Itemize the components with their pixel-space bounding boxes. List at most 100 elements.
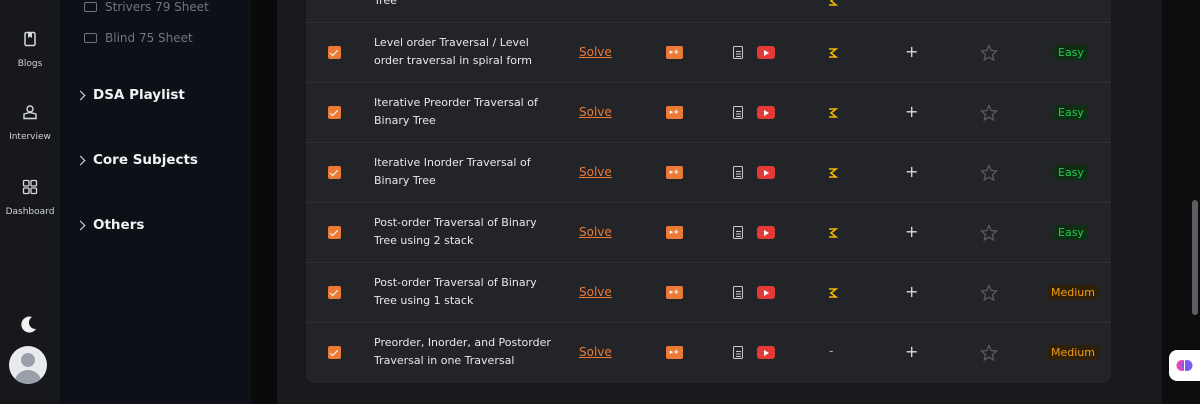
youtube-icon[interactable] bbox=[757, 106, 775, 119]
document-icon[interactable] bbox=[733, 226, 743, 239]
star-icon[interactable] bbox=[980, 104, 998, 122]
rail-item-dashboard[interactable]: Dashboard bbox=[0, 179, 60, 217]
nav-section-dsa-playlist[interactable]: DSA Playlist bbox=[75, 87, 185, 103]
nav-sheet-strivers-79[interactable]: Strivers 79 Sheet bbox=[84, 0, 209, 14]
add-note-button[interactable]: + bbox=[905, 102, 918, 121]
scrollbar-thumb[interactable] bbox=[1192, 200, 1198, 315]
main-content: Tree Level order Traversal / Level order… bbox=[277, 0, 1162, 404]
rail-label: Blogs bbox=[17, 59, 43, 69]
document-icon[interactable] bbox=[733, 346, 743, 359]
table-row: Post-order Traversal of Binary Tree usin… bbox=[306, 262, 1111, 323]
rail-item-interview[interactable]: Interview bbox=[0, 104, 60, 142]
solve-link[interactable]: Solve bbox=[579, 165, 612, 179]
algo-practice-icon[interactable] bbox=[826, 226, 840, 240]
article-plus-icon[interactable]: ▸+ bbox=[666, 346, 683, 359]
algo-practice-icon[interactable] bbox=[826, 0, 840, 8]
solve-link[interactable]: Solve bbox=[579, 225, 612, 239]
nav-section-label: Others bbox=[93, 217, 145, 233]
problem-title: Post-order Traversal of Binary Tree usin… bbox=[374, 276, 537, 307]
article-plus-icon[interactable]: ▸+ bbox=[666, 166, 683, 179]
divider bbox=[251, 0, 277, 404]
table-row: Iterative Preorder Traversal of Binary T… bbox=[306, 82, 1111, 143]
assistant-bubble[interactable] bbox=[1169, 350, 1200, 381]
left-rail: Blogs Interview Dashboard bbox=[0, 0, 60, 404]
add-note-button[interactable]: + bbox=[905, 42, 918, 61]
problem-title: Level order Traversal / Level order trav… bbox=[374, 36, 532, 67]
folder-icon bbox=[84, 2, 97, 12]
problem-title: Iterative Preorder Traversal of Binary T… bbox=[374, 96, 538, 127]
star-icon[interactable] bbox=[980, 44, 998, 62]
difficulty-badge: Medium bbox=[1047, 345, 1099, 360]
difficulty-badge: Easy bbox=[1054, 225, 1088, 240]
add-note-button[interactable]: + bbox=[905, 162, 918, 181]
table-row: Tree bbox=[306, 0, 1111, 22]
done-checkbox[interactable] bbox=[328, 286, 341, 299]
algo-practice-icon[interactable] bbox=[826, 46, 840, 60]
moon-icon[interactable] bbox=[18, 313, 40, 335]
chevron-right-icon bbox=[75, 90, 86, 100]
no-practice-dash: - bbox=[829, 344, 834, 358]
article-plus-icon[interactable]: ▸+ bbox=[666, 46, 683, 59]
rail-label: Interview bbox=[9, 132, 51, 142]
document-icon[interactable] bbox=[733, 106, 743, 119]
youtube-icon[interactable] bbox=[757, 286, 775, 299]
table-row: Level order Traversal / Level order trav… bbox=[306, 22, 1111, 83]
done-checkbox[interactable] bbox=[328, 346, 341, 359]
add-note-button[interactable]: + bbox=[905, 282, 918, 301]
table-row: Post-order Traversal of Binary Tree usin… bbox=[306, 202, 1111, 263]
problem-title: Post-order Traversal of Binary Tree usin… bbox=[374, 216, 537, 247]
done-checkbox[interactable] bbox=[328, 106, 341, 119]
article-plus-icon[interactable]: ▸+ bbox=[666, 226, 683, 239]
nav-sheet-label: Strivers 79 Sheet bbox=[105, 0, 209, 14]
nav-section-others[interactable]: Others bbox=[75, 217, 145, 233]
star-icon[interactable] bbox=[980, 344, 998, 362]
document-icon[interactable] bbox=[733, 46, 743, 59]
chevron-right-icon bbox=[75, 220, 86, 230]
nav-section-core-subjects[interactable]: Core Subjects bbox=[75, 152, 198, 168]
difficulty-badge: Easy bbox=[1054, 105, 1088, 120]
star-icon[interactable] bbox=[980, 284, 998, 302]
user-avatar-icon[interactable] bbox=[9, 346, 47, 384]
star-icon[interactable] bbox=[980, 224, 998, 242]
article-plus-icon[interactable]: ▸+ bbox=[666, 106, 683, 119]
bookmark-icon bbox=[24, 31, 36, 47]
youtube-icon[interactable] bbox=[757, 46, 775, 59]
chevron-right-icon bbox=[75, 155, 86, 165]
article-plus-icon[interactable]: ▸+ bbox=[666, 286, 683, 299]
problem-table: Tree Level order Traversal / Level order… bbox=[306, 0, 1111, 383]
brain-icon bbox=[1176, 360, 1193, 371]
table-row: Iterative Inorder Traversal of Binary Tr… bbox=[306, 142, 1111, 203]
problem-title: Tree bbox=[374, 0, 397, 7]
solve-link[interactable]: Solve bbox=[579, 45, 612, 59]
nav-sheet-label: Blind 75 Sheet bbox=[105, 31, 193, 45]
add-note-button[interactable]: + bbox=[905, 342, 918, 361]
document-icon[interactable] bbox=[733, 166, 743, 179]
nav-sheet-blind-75[interactable]: Blind 75 Sheet bbox=[84, 31, 193, 45]
rail-item-blogs[interactable]: Blogs bbox=[0, 31, 60, 69]
difficulty-badge: Easy bbox=[1054, 165, 1088, 180]
dashboard-icon bbox=[22, 179, 38, 195]
star-icon[interactable] bbox=[980, 164, 998, 182]
document-icon[interactable] bbox=[733, 286, 743, 299]
difficulty-badge: Easy bbox=[1054, 45, 1088, 60]
algo-practice-icon[interactable] bbox=[826, 286, 840, 300]
solve-link[interactable]: Solve bbox=[579, 105, 612, 119]
youtube-icon[interactable] bbox=[757, 166, 775, 179]
nav-section-label: Core Subjects bbox=[93, 152, 198, 168]
youtube-icon[interactable] bbox=[757, 346, 775, 359]
rail-label: Dashboard bbox=[5, 207, 55, 217]
interview-icon bbox=[23, 105, 37, 120]
nav-section-label: DSA Playlist bbox=[93, 87, 185, 103]
problem-title: Preorder, Inorder, and Postorder Travers… bbox=[374, 336, 551, 367]
done-checkbox[interactable] bbox=[328, 46, 341, 59]
done-checkbox[interactable] bbox=[328, 226, 341, 239]
done-checkbox[interactable] bbox=[328, 166, 341, 179]
solve-link[interactable]: Solve bbox=[579, 345, 612, 359]
solve-link[interactable]: Solve bbox=[579, 285, 612, 299]
algo-practice-icon[interactable] bbox=[826, 106, 840, 120]
youtube-icon[interactable] bbox=[757, 226, 775, 239]
difficulty-badge: Medium bbox=[1047, 285, 1099, 300]
add-note-button[interactable]: + bbox=[905, 222, 918, 241]
folder-icon bbox=[84, 33, 97, 43]
algo-practice-icon[interactable] bbox=[826, 166, 840, 180]
